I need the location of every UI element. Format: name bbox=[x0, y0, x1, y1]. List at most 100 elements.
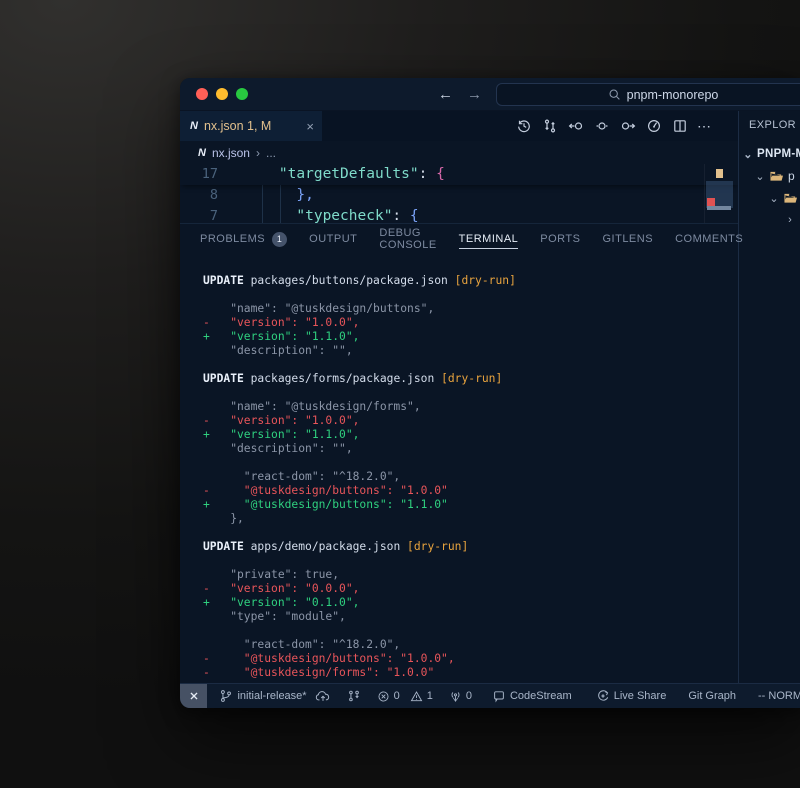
terminal-line bbox=[203, 554, 738, 568]
dry-run-tag: [dry-run] bbox=[455, 274, 516, 287]
navigate-forward-icon[interactable]: → bbox=[467, 87, 482, 102]
codestream-status[interactable]: CodeStream bbox=[492, 689, 572, 703]
terminal-line: "private": true, bbox=[203, 568, 738, 582]
terminal-line bbox=[203, 526, 738, 540]
panel-tab-comments[interactable]: COMMENTS bbox=[675, 224, 743, 254]
terminal-line: + "@tuskdesign/buttons": "1.1.0" bbox=[203, 498, 738, 512]
panel-tab-terminal[interactable]: TERMINAL bbox=[459, 224, 519, 254]
warnings-status[interactable]: 1 bbox=[410, 690, 433, 703]
broadcast-status[interactable]: 0 bbox=[449, 690, 472, 703]
command-center-search[interactable]: pnpm-monorepo bbox=[496, 83, 800, 106]
terminal-line: "description": "", bbox=[203, 344, 738, 358]
branch-name: initial-release* bbox=[237, 690, 306, 702]
publish-cloud-icon bbox=[315, 689, 331, 703]
line-number: 7 bbox=[180, 206, 230, 223]
broadcast-count: 0 bbox=[466, 690, 472, 702]
tab-nx-json[interactable]: N nx.json 1, M × bbox=[180, 111, 322, 141]
editor-actions: ⋯ bbox=[515, 111, 712, 141]
panel-tab-ports[interactable]: PORTS bbox=[540, 224, 580, 254]
panel-tab-debug-console[interactable]: DEBUG CONSOLE bbox=[379, 224, 436, 254]
file-path: packages/buttons/package.json bbox=[244, 274, 455, 287]
code-token: { bbox=[410, 208, 419, 223]
panel-tab-gitlens[interactable]: GITLENS bbox=[602, 224, 653, 254]
panel-tab-label: PROBLEMS bbox=[200, 233, 265, 245]
chevron-right-icon: › bbox=[785, 214, 795, 226]
panel-tab-label: COMMENTS bbox=[675, 233, 743, 245]
source-control-actions-icon[interactable] bbox=[541, 118, 558, 135]
close-tab-icon[interactable]: × bbox=[306, 119, 314, 134]
tree-item-folder-3[interactable]: › bbox=[739, 209, 800, 231]
code-line[interactable]: "targetDefaults": { bbox=[230, 164, 738, 185]
terminal-line: "name": "@tuskdesign/buttons", bbox=[203, 302, 738, 316]
navigate-back-icon[interactable]: ← bbox=[438, 87, 453, 102]
more-actions-icon[interactable]: ⋯ bbox=[697, 118, 712, 135]
current-change-icon[interactable] bbox=[593, 118, 610, 135]
minimap[interactable] bbox=[704, 164, 733, 223]
panel-tabs: PROBLEMS1 OUTPUT DEBUG CONSOLE TERMINAL PORT… bbox=[180, 223, 738, 254]
update-keyword: UPDATE bbox=[203, 372, 244, 385]
code-token: "targetDefaults" bbox=[279, 166, 419, 182]
breadcrumb[interactable]: N nx.json › ... bbox=[180, 141, 738, 164]
dry-run-tag: [dry-run] bbox=[441, 372, 502, 385]
code-token: { bbox=[436, 166, 445, 182]
panel-tab-problems[interactable]: PROBLEMS1 bbox=[200, 224, 287, 254]
breadcrumb-separator-icon: › bbox=[256, 146, 260, 160]
breadcrumb-more[interactable]: ... bbox=[266, 146, 276, 160]
terminal-line: UPDATE apps/demo/package.json [dry-run] bbox=[203, 540, 738, 554]
liveshare-label: Live Share bbox=[614, 690, 667, 702]
breadcrumb-file[interactable]: nx.json bbox=[212, 146, 250, 160]
code-line[interactable]: }, bbox=[230, 185, 738, 206]
code-token bbox=[244, 208, 296, 223]
close-window-button[interactable] bbox=[196, 88, 208, 100]
minimap-error-mark bbox=[707, 198, 715, 206]
code-line[interactable]: "typecheck": { bbox=[230, 206, 738, 223]
editor-line: 17 "targetDefaults": { bbox=[180, 164, 738, 185]
run-task-icon[interactable] bbox=[645, 118, 662, 135]
terminal-line bbox=[203, 624, 738, 638]
previous-change-icon[interactable] bbox=[567, 118, 584, 135]
git-branch-status[interactable]: initial-release* bbox=[219, 689, 330, 703]
code-pad bbox=[230, 187, 244, 203]
zoom-window-button[interactable] bbox=[236, 88, 248, 100]
terminal-output[interactable]: UPDATE packages/buttons/package.json [dr… bbox=[180, 254, 738, 683]
chevron-down-icon: ⌄ bbox=[743, 148, 753, 161]
minimap-cursor-mark bbox=[707, 206, 731, 210]
vim-mode-label: -- NORM bbox=[758, 690, 800, 702]
explorer-sidebar: EXPLOR ⌄PNPM-M⌄p⌄› bbox=[738, 111, 800, 683]
panel-tab-label: GITLENS bbox=[602, 233, 653, 245]
terminal-line: "type": "module", bbox=[203, 610, 738, 624]
terminal-line bbox=[203, 386, 738, 400]
code-editor[interactable]: 17 "targetDefaults": {8 },7 "typecheck":… bbox=[180, 164, 738, 223]
problems-status[interactable]: 0 bbox=[377, 690, 400, 703]
tree-item-folder-2[interactable]: ⌄ bbox=[739, 187, 800, 209]
folder-open-icon bbox=[783, 192, 798, 205]
remote-indicator[interactable] bbox=[180, 684, 207, 708]
title-bar: ← → pnpm-monorepo bbox=[180, 78, 800, 111]
terminal-line bbox=[203, 456, 738, 470]
panel-tab-output[interactable]: OUTPUT bbox=[309, 224, 357, 254]
terminal-line: + "version": "0.1.0", bbox=[203, 596, 738, 610]
terminal-line: "react-dom": "^18.2.0", bbox=[203, 638, 738, 652]
branch-compare-status[interactable] bbox=[347, 689, 361, 703]
next-change-icon[interactable] bbox=[619, 118, 636, 135]
file-path: apps/demo/package.json bbox=[244, 540, 407, 553]
terminal-line: - "version": "1.0.0", bbox=[203, 316, 738, 330]
minimize-window-button[interactable] bbox=[216, 88, 228, 100]
tree-item-pnpm-m[interactable]: ⌄PNPM-M bbox=[739, 143, 800, 165]
split-editor-icon[interactable] bbox=[671, 118, 688, 135]
panel-tab-label: PORTS bbox=[540, 233, 580, 245]
gitgraph-status[interactable]: Git Graph bbox=[688, 690, 736, 702]
branch-compare-icon bbox=[347, 689, 361, 703]
line-number: 17 bbox=[180, 164, 230, 185]
tree-item-p[interactable]: ⌄p bbox=[739, 165, 800, 187]
search-icon bbox=[608, 88, 621, 101]
terminal-line: }, bbox=[203, 512, 738, 526]
chevron-down-icon: ⌄ bbox=[769, 192, 779, 205]
timeline-history-icon[interactable] bbox=[515, 118, 532, 135]
code-token: }, bbox=[296, 187, 313, 203]
terminal-line: UPDATE packages/buttons/package.json [dr… bbox=[203, 274, 738, 288]
liveshare-icon bbox=[596, 689, 610, 703]
panel-tab-label: DEBUG CONSOLE bbox=[379, 227, 436, 251]
editor-line: 8 }, bbox=[180, 185, 738, 206]
liveshare-status[interactable]: Live Share bbox=[596, 689, 667, 703]
